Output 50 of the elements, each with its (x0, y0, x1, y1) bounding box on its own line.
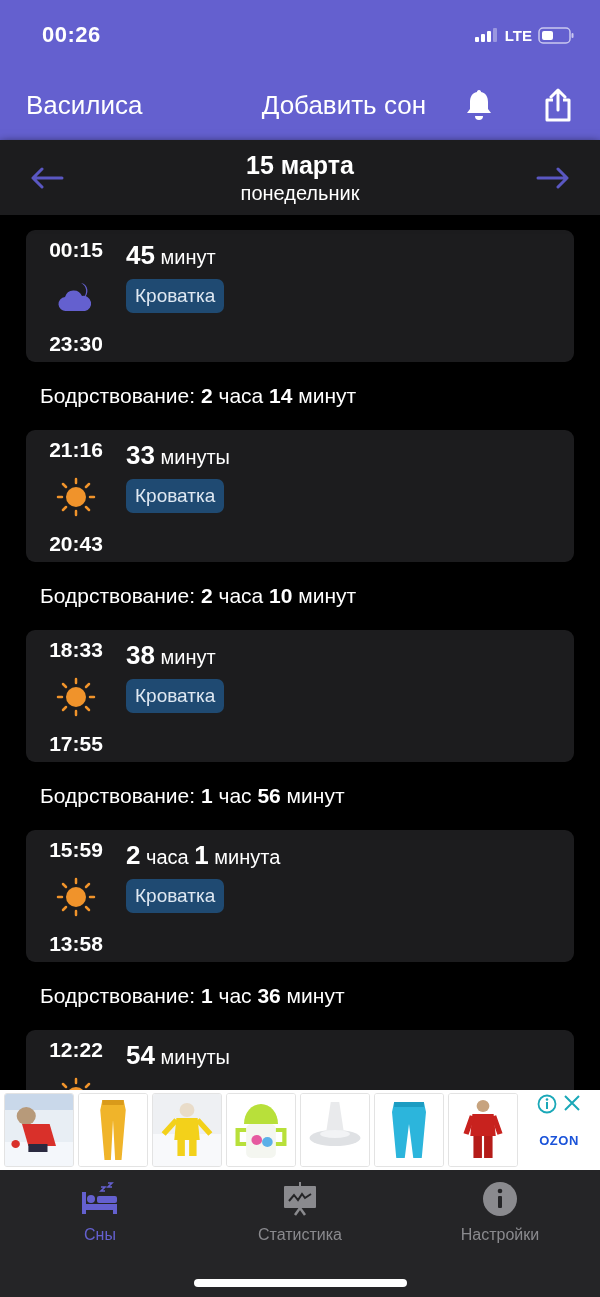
start-time: 20:43 (49, 532, 103, 556)
sleep-card[interactable]: 00:15 23:30 45 минут Кроватка (26, 230, 574, 362)
bell-icon[interactable] (466, 89, 492, 121)
sun-icon (56, 877, 96, 917)
sleep-duration: 54 минуты (126, 1040, 230, 1071)
right-arrow-icon[interactable] (536, 166, 570, 189)
weekday-label: понедельник (240, 181, 360, 205)
info-icon[interactable] (537, 1094, 557, 1114)
sun-icon (56, 477, 96, 517)
tab[interactable]: Настройки (460, 1182, 540, 1244)
network-label: LTE (504, 26, 532, 44)
place-tag: Кроватка (126, 679, 225, 713)
tab[interactable]: Статистика (258, 1182, 342, 1244)
sleep-card[interactable]: 12:22 54 минуты (26, 1030, 574, 1090)
ad-brand: OZON (539, 1133, 579, 1148)
wake-duration: Бодрствование: 2 часа 14 минут (40, 384, 357, 408)
sleep-card[interactable]: 18:33 17:55 38 минут Кроватка (26, 630, 574, 762)
share-icon[interactable] (544, 88, 572, 122)
sleep-duration: 33 минуты (126, 440, 230, 471)
wake-duration: Бодрствование: 2 часа 10 минут (40, 584, 357, 608)
sleep-card[interactable]: 15:59 13:58 2 часа 1 минута Кроватка (26, 830, 574, 962)
place-tag: Кроватка (126, 479, 225, 513)
sleep-duration: 45 минут (126, 240, 216, 271)
wake-duration: Бодрствование: 1 час 56 минут (40, 784, 345, 808)
place-tag: Кроватка (126, 279, 225, 313)
start-time: 23:30 (49, 332, 103, 356)
battery-icon (538, 26, 574, 44)
end-time: 12:22 (49, 1038, 103, 1062)
clock-time: 00:26 (42, 22, 101, 48)
signal-icon (474, 28, 499, 42)
close-icon[interactable] (563, 1094, 581, 1112)
start-time: 17:55 (49, 732, 103, 756)
add-sleep-link[interactable]: Добавить сон (261, 89, 426, 121)
left-arrow-icon[interactable] (30, 166, 64, 189)
bed-icon (81, 1182, 119, 1216)
end-time: 00:15 (49, 238, 103, 262)
wake-duration: Бодрствование: 1 час 36 минут (40, 984, 345, 1008)
end-time: 15:59 (49, 838, 103, 862)
sleep-card[interactable]: 21:16 20:43 33 минуты Кроватка (26, 430, 574, 562)
presentation-chart-icon (282, 1182, 318, 1216)
profile-name[interactable]: Василиса (26, 89, 262, 121)
sleep-duration: 2 часа 1 минута (126, 840, 281, 871)
sleep-duration: 38 минут (126, 640, 216, 671)
end-time: 21:16 (49, 438, 103, 462)
sun-icon (56, 677, 96, 717)
end-time: 18:33 (49, 638, 103, 662)
date-title: 15 марта (246, 150, 354, 180)
info-icon (483, 1182, 517, 1216)
start-time: 13:58 (49, 932, 103, 956)
place-tag: Кроватка (126, 879, 225, 913)
